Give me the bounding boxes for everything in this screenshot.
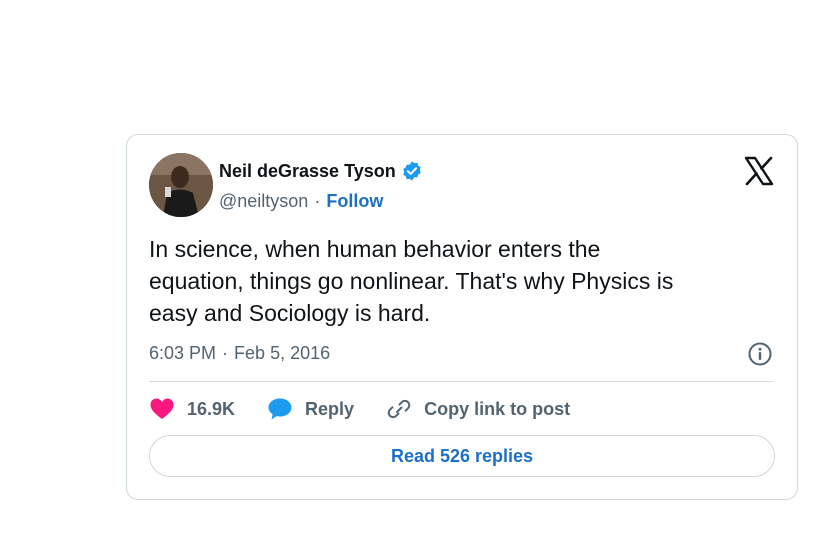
author-handle[interactable]: @neiltyson (219, 191, 308, 212)
likes-count: 16.9K (187, 398, 236, 419)
speech-bubble-icon (268, 398, 292, 420)
tweet-time: 6:03 PM (149, 343, 217, 363)
timestamp-separator: · (222, 343, 229, 363)
tweet-text: In science, when human behavior enters t… (149, 236, 674, 326)
tweet-timestamp[interactable]: 6:03 PM · Feb 5, 2016 (149, 343, 330, 364)
author-name[interactable]: Neil deGrasse Tyson (219, 161, 396, 182)
x-logo-icon[interactable] (743, 155, 775, 187)
heart-icon (150, 398, 174, 419)
verified-badge-icon (403, 161, 421, 181)
separator-dot: · (314, 191, 321, 211)
like-button[interactable]: 16.9K (149, 397, 235, 421)
reply-label: Reply (305, 398, 355, 419)
reply-button[interactable]: Reply (267, 397, 354, 421)
divider (149, 381, 773, 382)
copy-link-label: Copy link to post (424, 398, 571, 419)
handle-row: @neiltyson · Follow (219, 191, 383, 212)
copy-link-button[interactable]: Copy link to post (386, 397, 570, 421)
tweet-card: Neil deGrasse Tyson @neiltyson · Follow … (126, 134, 798, 500)
action-bar: 16.9K Reply Copy link to post (149, 397, 602, 421)
tweet-date: Feb 5, 2016 (234, 343, 331, 363)
avatar[interactable] (149, 153, 213, 217)
read-replies-label: Read 526 replies (390, 445, 534, 466)
info-icon[interactable] (747, 341, 773, 367)
author-name-row: Neil deGrasse Tyson (219, 160, 423, 182)
follow-button[interactable]: Follow (326, 191, 383, 212)
link-icon (387, 399, 411, 419)
read-replies-button[interactable]: Read 526 replies (149, 435, 775, 477)
